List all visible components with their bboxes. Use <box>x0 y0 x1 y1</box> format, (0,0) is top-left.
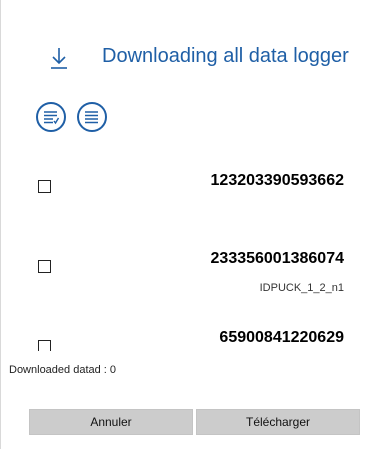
logger-subtitle: IDPUCK_1_2_n1 <box>259 282 344 294</box>
download-status: Downloaded datad : 0 <box>9 364 117 376</box>
selection-toolbar <box>36 102 107 132</box>
select-all-list-icon <box>44 111 60 125</box>
deselect-all-button[interactable] <box>77 102 107 132</box>
logger-checkbox[interactable] <box>38 180 51 193</box>
logger-serial: 65900841220629 <box>219 329 344 346</box>
logger-checkbox[interactable] <box>38 340 51 351</box>
select-all-button[interactable] <box>36 102 66 132</box>
window-left-border <box>0 0 1 449</box>
logger-checkbox[interactable] <box>38 260 51 273</box>
deselect-list-icon <box>85 111 98 124</box>
logger-serial: 233356001386074 <box>210 250 344 267</box>
download-button[interactable]: Télécharger <box>196 409 360 435</box>
download-arrow-icon <box>49 46 69 70</box>
cancel-button[interactable]: Annuler <box>29 409 193 435</box>
page-title: Downloading all data logger <box>102 45 349 67</box>
logger-serial: 123203390593662 <box>210 172 344 189</box>
page-header: Downloading all data logger <box>49 44 349 72</box>
